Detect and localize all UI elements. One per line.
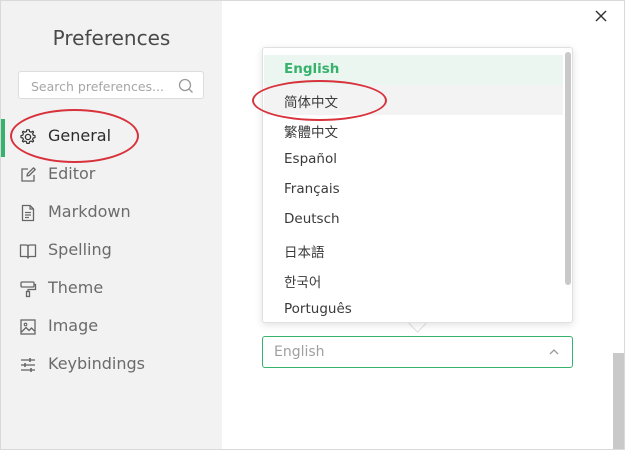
edit-icon	[21, 167, 36, 182]
option-label: 한국어	[284, 275, 322, 291]
language-option-traditional-chinese[interactable]: 繁體中文	[264, 115, 563, 145]
sidebar-item-general[interactable]: General	[1, 119, 222, 155]
sidebar-item-label: Markdown	[48, 202, 131, 221]
language-option-simplified-chinese[interactable]: 简体中文	[264, 85, 563, 115]
preferences-window: Preferences General Editor	[0, 0, 625, 450]
sidebar-title: Preferences	[52, 26, 171, 50]
gear-icon	[20, 129, 36, 144]
language-option-french[interactable]: Français	[264, 175, 563, 205]
sidebar: Preferences General Editor	[1, 1, 222, 449]
sidebar-item-label: General	[48, 126, 112, 145]
search-icon[interactable]	[178, 78, 194, 94]
sidebar-item-image[interactable]: Image	[1, 309, 222, 345]
sidebar-item-spelling[interactable]: Spelling	[1, 233, 222, 269]
language-dropdown[interactable]: English 简体中文 繁體中文 Español Français Deuts…	[262, 47, 573, 323]
language-select[interactable]: English	[262, 336, 573, 368]
option-label: Español	[284, 151, 337, 167]
language-option-english[interactable]: English	[264, 55, 563, 85]
search-input[interactable]	[29, 77, 181, 95]
language-option-portuguese[interactable]: Português	[264, 295, 563, 325]
image-icon	[20, 319, 36, 335]
sidebar-item-editor[interactable]: Editor	[1, 157, 222, 193]
option-label: Français	[284, 181, 340, 197]
main-scrollbar-thumb[interactable]	[613, 353, 624, 449]
sidebar-item-label: Editor	[48, 164, 96, 183]
option-label: Deutsch	[284, 211, 340, 227]
sliders-icon	[21, 358, 35, 372]
option-label: 简体中文	[284, 95, 338, 111]
sidebar-item-keybindings[interactable]: Keybindings	[1, 347, 222, 383]
sidebar-item-label: Image	[48, 316, 99, 335]
sidebar-item-label: Theme	[48, 278, 104, 297]
language-option-spanish[interactable]: Español	[264, 145, 563, 175]
close-icon[interactable]	[593, 8, 609, 24]
search-box[interactable]	[18, 71, 204, 99]
book-icon	[19, 244, 37, 259]
option-label: Português	[284, 301, 352, 317]
language-option-japanese[interactable]: 日本語	[264, 235, 563, 265]
option-label: 繁體中文	[284, 125, 338, 141]
option-label: 日本語	[284, 245, 325, 261]
dropdown-scrollbar-thumb[interactable]	[565, 52, 571, 285]
language-select-value: English	[274, 344, 325, 360]
language-option-korean[interactable]: 한국어	[264, 265, 563, 295]
paint-roller-icon	[20, 281, 37, 298]
language-option-german[interactable]: Deutsch	[264, 205, 563, 235]
chevron-up-icon[interactable]	[548, 346, 560, 358]
sidebar-item-markdown[interactable]: Markdown	[1, 195, 222, 231]
document-icon	[21, 204, 35, 222]
option-label: English	[284, 61, 340, 77]
sidebar-item-theme[interactable]: Theme	[1, 271, 222, 307]
sidebar-item-label: Spelling	[48, 240, 112, 259]
sidebar-item-label: Keybindings	[48, 354, 145, 373]
